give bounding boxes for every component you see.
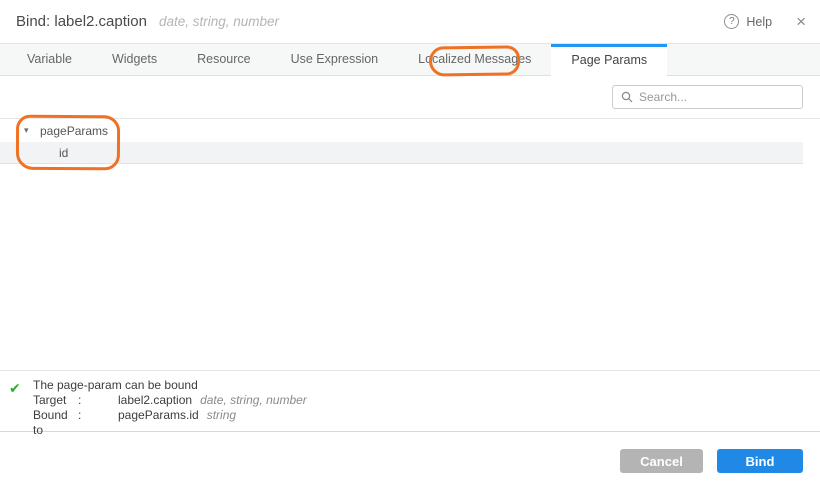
status-boundto-value: pageParams.id bbox=[118, 408, 199, 423]
search-input[interactable] bbox=[639, 90, 794, 104]
success-check-icon: ✔ bbox=[9, 380, 21, 397]
status-target-value: label2.caption bbox=[118, 393, 192, 408]
search-toolbar bbox=[0, 76, 820, 119]
tab-resource[interactable]: Resource bbox=[177, 44, 271, 75]
page-params-tree: ▾ pageParams id bbox=[0, 119, 803, 164]
status-target-row: Target : label2.caption date, string, nu… bbox=[33, 393, 820, 408]
tab-page-params[interactable]: Page Params bbox=[551, 44, 667, 76]
tree-node-id[interactable]: id bbox=[0, 142, 803, 164]
status-target-hint: date, string, number bbox=[200, 393, 307, 408]
tab-localized-messages[interactable]: Localized Messages bbox=[398, 44, 551, 75]
search-box[interactable] bbox=[612, 85, 803, 109]
search-icon bbox=[621, 91, 633, 103]
tab-widgets[interactable]: Widgets bbox=[92, 44, 177, 75]
status-message: The page-param can be bound bbox=[33, 378, 820, 393]
help-button[interactable]: ? Help bbox=[724, 14, 772, 29]
status-colon: : bbox=[78, 408, 118, 423]
tree-node-label: pageParams bbox=[40, 124, 108, 138]
bind-dialog: Bind: label2.caption date, string, numbe… bbox=[0, 0, 820, 488]
status-boundto-row: Bound to : pageParams.id string bbox=[33, 408, 820, 423]
help-icon: ? bbox=[724, 14, 739, 29]
chevron-down-icon[interactable]: ▾ bbox=[24, 125, 34, 136]
bind-button[interactable]: Bind bbox=[717, 449, 803, 473]
status-colon: : bbox=[78, 393, 118, 408]
close-icon[interactable]: × bbox=[796, 13, 806, 30]
tree-area: ▾ pageParams id bbox=[0, 119, 820, 370]
cancel-button[interactable]: Cancel bbox=[620, 449, 703, 473]
dialog-title: Bind: label2.caption bbox=[16, 13, 147, 30]
tab-bar: Variable Widgets Resource Use Expression… bbox=[0, 44, 820, 76]
status-target-label: Target bbox=[33, 393, 78, 408]
status-boundto-label: Bound to bbox=[33, 408, 78, 423]
dialog-header: Bind: label2.caption date, string, numbe… bbox=[0, 0, 820, 44]
dialog-footer: Cancel Bind bbox=[0, 431, 820, 488]
tree-node-label: id bbox=[59, 146, 68, 160]
help-label: Help bbox=[746, 15, 772, 29]
tab-variable[interactable]: Variable bbox=[7, 44, 92, 75]
tree-node-pageparams[interactable]: ▾ pageParams bbox=[0, 119, 803, 142]
tab-use-expression[interactable]: Use Expression bbox=[271, 44, 399, 75]
bind-status-panel: ✔ The page-param can be bound Target : l… bbox=[0, 370, 820, 431]
dialog-subtitle: date, string, number bbox=[159, 14, 279, 29]
status-boundto-hint: string bbox=[207, 408, 236, 423]
